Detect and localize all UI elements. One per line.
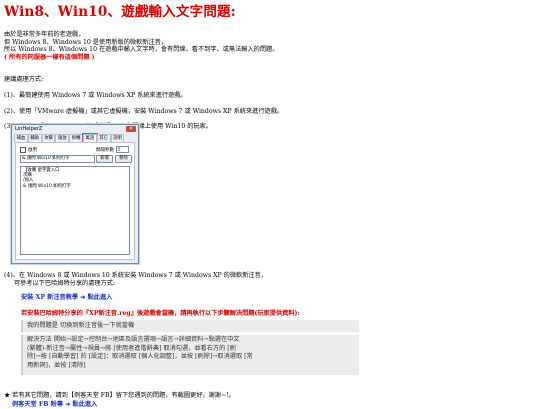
tab-assist: 輔助 xyxy=(27,134,42,142)
quote-solution: 解決方法 開始→設定→控制台→地區及語言選項→語言→詳細資料→點選在中文 (繁體… xyxy=(21,335,359,375)
step-4-line-2: 可參考以下巴哈姆特分享的處理方式: xyxy=(14,279,116,287)
quote-solution-line: 解決方法 開始→設定→控制台→地區及語言選項→語言→詳細資料→點選在中文 xyxy=(27,336,240,343)
linhelperz-window: LinHelperZ ✕ 補血 輔助 攻擊 施放 掛機 萬語 其它 說明 啟用 … xyxy=(11,124,139,264)
footer-note: ★ 若有其它問題，請到【例客天堂 FB】留下您遇到的問題，有截圖更好，謝謝~!。 xyxy=(4,392,235,399)
intro-line-1: 由於是非常多年前的老遊戲， xyxy=(4,31,85,38)
add-button: 新增 xyxy=(96,155,113,163)
article: Win8、Win10、遊戲輸入文字問題: 由於是非常多年前的老遊戲， 但 Win… xyxy=(4,4,534,131)
close-icon: ✕ xyxy=(126,126,136,132)
step-1: (1)、最簡建使用 Windows 7 或 Windows XP 系統來進行遊戲… xyxy=(4,91,187,99)
window-tabs: 補血 輔助 攻擊 施放 掛機 萬語 其它 說明 xyxy=(12,133,138,143)
quote-solution-line: 除]→按 [自動學習] 的 [設定]：取消選取 [個人化調整]，並按 [刷除]→… xyxy=(27,353,253,361)
quote-solution-line: 用新詞]，並按 [清除] xyxy=(27,362,86,370)
remove-button: 移除 xyxy=(115,155,132,163)
enable-row: 啟用 xyxy=(20,147,37,153)
message-combo: & 請問 Win10 如何打字 xyxy=(20,155,95,163)
intro-line-3: 所以 Windows 8、Windows 10 在遊戲中輸入文字時，會有閃爍、看… xyxy=(4,46,279,54)
interval-value: 5 xyxy=(116,146,129,153)
interval-row: 間隔秒數 5 xyxy=(96,146,129,153)
page-title: Win8、Win10、遊戲輸入文字問題: xyxy=(4,4,236,20)
tab-cast: 施放 xyxy=(55,134,70,142)
quote-problem-text: 我的問題是 切換到新注音後一下就當機 xyxy=(27,322,135,329)
xp-ime-tutorial-link[interactable]: 安裝 XP 新注音教學 ➜ 點此進入 xyxy=(21,294,112,302)
enable-checkbox xyxy=(20,147,26,153)
message-list: 【收購 星宇貨入口 次購 /加入 & 請問 Win10 如何打字 xyxy=(20,166,130,255)
interval-label: 間隔秒數 xyxy=(96,147,114,153)
messages-panel: 啟用 間隔秒數 5 & 請問 Win10 如何打字 新增 移除 【收購 星宇貨入… xyxy=(15,142,135,260)
enable-label: 啟用 xyxy=(28,148,37,153)
tab-help: 說明 xyxy=(110,134,125,142)
tab-heal: 補血 xyxy=(14,134,28,142)
tab-attack: 攻擊 xyxy=(41,134,56,142)
step-4-line-1: (4)、在 Windows 8 或 Windows 10 系統安裝 Window… xyxy=(4,272,267,279)
list-item: & 請問 Win10 如何打字 xyxy=(23,183,71,189)
tab-other: 其它 xyxy=(96,134,111,142)
intro-red-note: ( 所有的同服器一樣有這個問題 ) xyxy=(4,53,95,61)
window-title: LinHelperZ xyxy=(15,126,43,132)
quote-problem: 我的問題是 切換到新注音後一下就當機 xyxy=(21,320,359,332)
advice-heading: 建議處理方式: xyxy=(4,76,44,84)
tab-afk: 掛機 xyxy=(69,134,83,142)
tab-messages: 萬語 xyxy=(81,133,98,143)
step-2: (2)、使用「VMware 虛擬機」或其它虛擬機，安裝 Windows 7 或 … xyxy=(4,107,284,115)
crash-fix-note: 若安裝巴哈姆特分享的『XP新注音.reg』後遊戲會當機，請再執行以下步驟解決問題… xyxy=(21,310,300,317)
